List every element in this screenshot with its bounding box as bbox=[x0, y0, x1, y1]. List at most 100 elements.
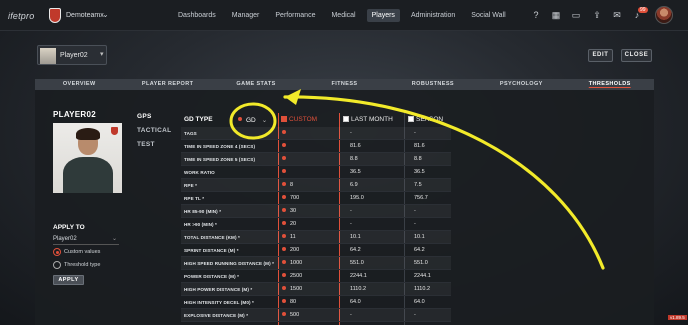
custom-value-input[interactable]: 200 bbox=[282, 247, 299, 253]
main-nav: Dashboards Manager Performance Medical Playe… bbox=[173, 9, 517, 22]
nav-item-performance[interactable]: Performance bbox=[270, 9, 320, 22]
table-row: EXPLOSIVE DISTANCE (M) * 500 - - bbox=[181, 309, 451, 322]
last-month-column-label: LAST MONTH bbox=[351, 116, 393, 123]
tab-game-stats[interactable]: GAME STATS bbox=[212, 79, 300, 90]
row-label: POWER DISTANCE (M) * bbox=[184, 274, 239, 279]
chat-icon[interactable]: ✉ bbox=[612, 10, 622, 20]
custom-value-input[interactable] bbox=[282, 156, 290, 162]
custom-values-label: Custom values bbox=[64, 249, 101, 255]
tab-player-report[interactable]: PLAYER REPORT bbox=[123, 79, 211, 90]
side-link-test[interactable]: TEST bbox=[137, 141, 155, 148]
row-label: HIGH SPEED RUNNING DISTANCE (M) * bbox=[184, 261, 274, 266]
tab-fitness[interactable]: FITNESS bbox=[300, 79, 388, 90]
status-dot-icon bbox=[282, 286, 286, 290]
custom-value-input[interactable]: 1500 bbox=[282, 286, 302, 292]
notification-badge: 99 bbox=[638, 7, 648, 13]
row-label: TIME IN SPEED ZONE 5 (SECS) bbox=[184, 157, 256, 162]
last-month-value: - bbox=[350, 130, 352, 136]
player-name-heading: PLAYER02 bbox=[53, 110, 97, 119]
custom-value-input[interactable] bbox=[282, 169, 290, 175]
table-row: TIME IN SPEED ZONE 5 (SECS) 8.8 8.8 bbox=[181, 153, 451, 166]
season-value: - bbox=[414, 208, 416, 214]
app-logo[interactable]: ifetpro bbox=[8, 11, 34, 21]
custom-value-input[interactable]: 8 bbox=[282, 182, 293, 188]
custom-value-input[interactable]: 1000 bbox=[282, 260, 302, 266]
row-label: TOTAL DISTANCE (KM) * bbox=[184, 235, 240, 240]
custom-value-input[interactable]: 2500 bbox=[282, 273, 302, 279]
season-value: 64.0 bbox=[414, 299, 425, 305]
nav-item-dashboards[interactable]: Dashboards bbox=[173, 9, 221, 22]
last-month-value: - bbox=[350, 312, 352, 318]
gd-type-select[interactable]: GD ⌄ bbox=[238, 116, 267, 124]
close-button[interactable]: CLOSE bbox=[621, 49, 652, 62]
checkbox-icon bbox=[408, 116, 414, 122]
table-row: RPE * 8 6.9 7.5 bbox=[181, 179, 451, 192]
custom-value-input[interactable] bbox=[282, 130, 290, 136]
tab-robustness[interactable]: ROBUSTNESS bbox=[389, 79, 477, 90]
last-month-value: 195.0 bbox=[350, 195, 364, 201]
tab-bar: OVERVIEW PLAYER REPORT GAME STATS FITNESS RO… bbox=[35, 79, 654, 90]
threshold-type-radio[interactable] bbox=[53, 261, 61, 269]
nav-item-players[interactable]: Players bbox=[366, 9, 400, 22]
help-icon[interactable]: ? bbox=[531, 10, 541, 20]
custom-value: 500 bbox=[290, 312, 300, 318]
custom-value-input[interactable]: 20 bbox=[282, 221, 296, 227]
nav-item-social-wall[interactable]: Social Wall bbox=[466, 9, 510, 22]
nav-item-administration[interactable]: Administration bbox=[406, 9, 460, 22]
season-value: 10.1 bbox=[414, 234, 425, 240]
custom-value-input[interactable]: 11 bbox=[282, 234, 296, 240]
team-selector[interactable]: Demoteamx bbox=[66, 12, 104, 19]
season-column-checkbox[interactable]: SEASON bbox=[408, 116, 443, 123]
season-column-label: SEASON bbox=[416, 116, 444, 123]
side-link-gps[interactable]: GPS bbox=[137, 113, 152, 120]
row-label: HR >90 (MIN) * bbox=[184, 222, 217, 227]
nav-item-medical[interactable]: Medical bbox=[326, 9, 360, 22]
user-avatar[interactable] bbox=[655, 6, 673, 24]
status-dot-icon bbox=[238, 117, 242, 121]
season-value: 1110.2 bbox=[414, 286, 431, 292]
gd-type-value: GD bbox=[246, 117, 256, 124]
last-month-value: 1110.2 bbox=[350, 286, 367, 292]
custom-value-input[interactable]: 30 bbox=[282, 208, 296, 214]
season-value: 81.6 bbox=[414, 143, 425, 149]
last-month-value: 81.6 bbox=[350, 143, 361, 149]
status-dot-icon bbox=[282, 273, 286, 277]
row-label: HIGH POWER DISTANCE (M) * bbox=[184, 287, 253, 292]
custom-values-radio[interactable] bbox=[53, 248, 61, 256]
table-row: HIGH INTENSITY DECEL (M0) * 80 64.0 64.0 bbox=[181, 296, 451, 309]
season-value: 756.7 bbox=[414, 195, 428, 201]
calendar-icon[interactable]: ▦ bbox=[551, 10, 561, 20]
season-value: - bbox=[414, 312, 416, 318]
gd-type-label: GD TYPE bbox=[184, 116, 213, 123]
folder-icon[interactable]: ▭ bbox=[571, 10, 581, 20]
chevron-down-icon[interactable]: ⌄ bbox=[102, 10, 109, 19]
table-row: HIGH SPEED RUNNING DISTANCE (M) * 1000 551… bbox=[181, 257, 451, 270]
nav-item-manager[interactable]: Manager bbox=[227, 9, 265, 22]
row-label: HIGH INTENSITY DECEL (M0) * bbox=[184, 300, 254, 305]
edit-button[interactable]: EDIT bbox=[588, 49, 613, 62]
custom-value-input[interactable]: 80 bbox=[282, 299, 296, 305]
custom-value: 30 bbox=[290, 208, 297, 214]
custom-value-input[interactable]: 700 bbox=[282, 195, 299, 201]
season-value: 7.5 bbox=[414, 182, 422, 188]
last-month-value: - bbox=[350, 221, 352, 227]
chevron-down-icon: ▾ bbox=[100, 51, 104, 58]
upload-icon[interactable]: ⇪ bbox=[592, 10, 602, 20]
tab-psychology[interactable]: PSYCHOLOGY bbox=[477, 79, 565, 90]
version-badge: v1.89.5 bbox=[668, 315, 687, 320]
side-link-tactical[interactable]: TACTICAL bbox=[137, 127, 171, 134]
custom-value-input[interactable]: 500 bbox=[282, 312, 299, 318]
tab-thresholds[interactable]: THRESHOLDS bbox=[566, 79, 654, 90]
season-value: 8.8 bbox=[414, 156, 422, 162]
row-label: RPE TL * bbox=[184, 196, 205, 201]
row-label: TIME IN SPEED ZONE 4 (SECS) bbox=[184, 144, 256, 149]
last-month-value: 551.0 bbox=[350, 260, 364, 266]
apply-button[interactable]: APPLY bbox=[53, 275, 84, 285]
tab-overview[interactable]: OVERVIEW bbox=[35, 79, 123, 90]
last-month-column-checkbox[interactable]: LAST MONTH bbox=[343, 116, 393, 123]
last-month-value: - bbox=[350, 208, 352, 214]
custom-value-input[interactable] bbox=[282, 143, 290, 149]
player-selector[interactable]: Player02 ▾ bbox=[37, 45, 107, 65]
apply-player-select[interactable]: Player02 ⌄ bbox=[53, 234, 119, 245]
table-row: SPRINT DISTANCE (M) * 200 64.2 64.2 bbox=[181, 244, 451, 257]
